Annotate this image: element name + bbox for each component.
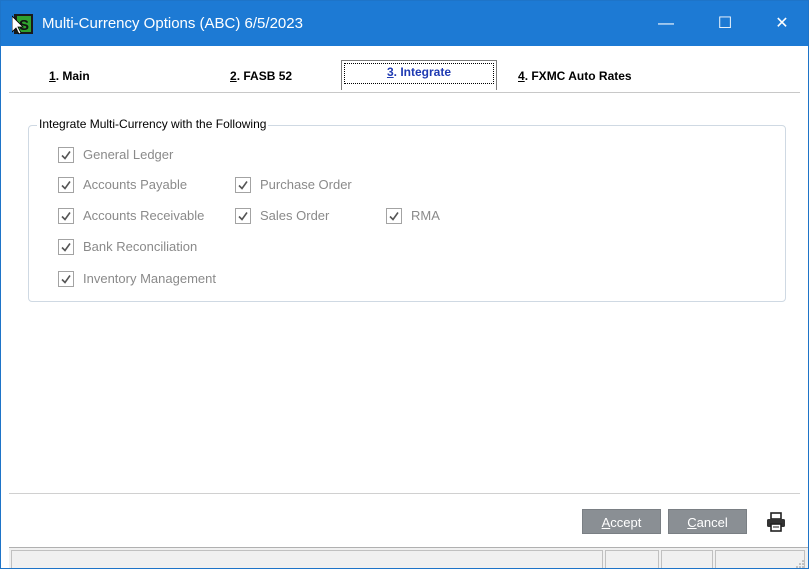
tab-strip: 1. Main 2. FASB 52 3. Integrate 4. FXMC … bbox=[1, 46, 808, 92]
status-panel-2 bbox=[605, 550, 659, 568]
check-icon bbox=[61, 243, 71, 252]
cancel-key: C bbox=[687, 515, 697, 530]
check-icon bbox=[61, 181, 71, 190]
title-bar[interactable]: S Multi-Currency Options (ABC) 6/5/2023 … bbox=[1, 1, 808, 46]
cancel-label: ancel bbox=[696, 515, 728, 530]
checkbox-box bbox=[58, 239, 74, 255]
checkbox-box bbox=[58, 271, 74, 287]
checkbox-box bbox=[58, 147, 74, 163]
status-bar bbox=[9, 547, 808, 568]
cancel-button[interactable]: Cancel bbox=[668, 509, 747, 534]
tab-main-key: 1 bbox=[49, 69, 56, 83]
window-title: Multi-Currency Options (ABC) 6/5/2023 bbox=[42, 15, 303, 32]
tab-fasb-52[interactable]: 2. FASB 52 bbox=[230, 69, 292, 83]
tab-integrate[interactable]: 3. Integrate bbox=[341, 60, 497, 90]
general-ledger-label: General Ledger bbox=[83, 147, 174, 162]
integrate-group-title: Integrate Multi-Currency with the Follow… bbox=[37, 117, 269, 131]
checkbox-box bbox=[58, 177, 74, 193]
check-icon bbox=[61, 275, 71, 284]
tab-main-label: . Main bbox=[55, 69, 90, 83]
checkbox-box bbox=[58, 208, 74, 224]
app-icon: S bbox=[12, 14, 33, 35]
check-icon bbox=[238, 212, 248, 221]
printer-icon[interactable] bbox=[765, 511, 787, 533]
check-icon bbox=[61, 151, 71, 160]
check-icon bbox=[389, 212, 399, 221]
check-icon bbox=[61, 212, 71, 221]
accept-key: A bbox=[601, 515, 611, 530]
tab-fxmc-auto-rates[interactable]: 4. FXMC Auto Rates bbox=[518, 69, 632, 83]
tab-fasb-label: . FASB 52 bbox=[236, 69, 293, 83]
accept-button[interactable]: Accept bbox=[582, 509, 661, 534]
checkbox-box bbox=[235, 208, 251, 224]
status-panel-4 bbox=[715, 550, 805, 568]
check-icon bbox=[238, 181, 248, 190]
tab-fasb-key: 2 bbox=[230, 69, 237, 83]
accounts-receivable-label: Accounts Receivable bbox=[83, 208, 205, 223]
rma-label: RMA bbox=[411, 208, 440, 223]
checkbox-box bbox=[235, 177, 251, 193]
status-panel-main bbox=[11, 550, 603, 568]
purchase-order-label: Purchase Order bbox=[260, 177, 352, 192]
multi-currency-options-window: S Multi-Currency Options (ABC) 6/5/2023 … bbox=[0, 0, 809, 569]
sales-order-label: Sales Order bbox=[260, 208, 330, 223]
status-panel-3 bbox=[661, 550, 713, 568]
inventory-management-label: Inventory Management bbox=[83, 271, 216, 286]
close-button[interactable]: ✕ bbox=[759, 1, 805, 46]
bank-reconciliation-label: Bank Reconciliation bbox=[83, 239, 198, 254]
footer-divider bbox=[9, 493, 800, 494]
tab-integrate-key: 3 bbox=[386, 65, 394, 79]
minimize-button[interactable]: — bbox=[643, 1, 689, 46]
maximize-button[interactable]: ☐ bbox=[702, 1, 748, 46]
tab-integrate-label: . Integrate bbox=[393, 65, 452, 79]
checkbox-box bbox=[386, 208, 402, 224]
accounts-payable-label: Accounts Payable bbox=[83, 177, 188, 192]
tab-integrate-focus: 3. Integrate bbox=[344, 63, 494, 84]
tab-fxmc-key: 4 bbox=[518, 69, 525, 83]
resize-grip-icon[interactable] bbox=[796, 560, 804, 568]
tab-fxmc-label: . FXMC Auto Rates bbox=[524, 69, 632, 83]
tab-main[interactable]: 1. Main bbox=[49, 69, 90, 83]
accept-label: ccept bbox=[610, 515, 642, 530]
